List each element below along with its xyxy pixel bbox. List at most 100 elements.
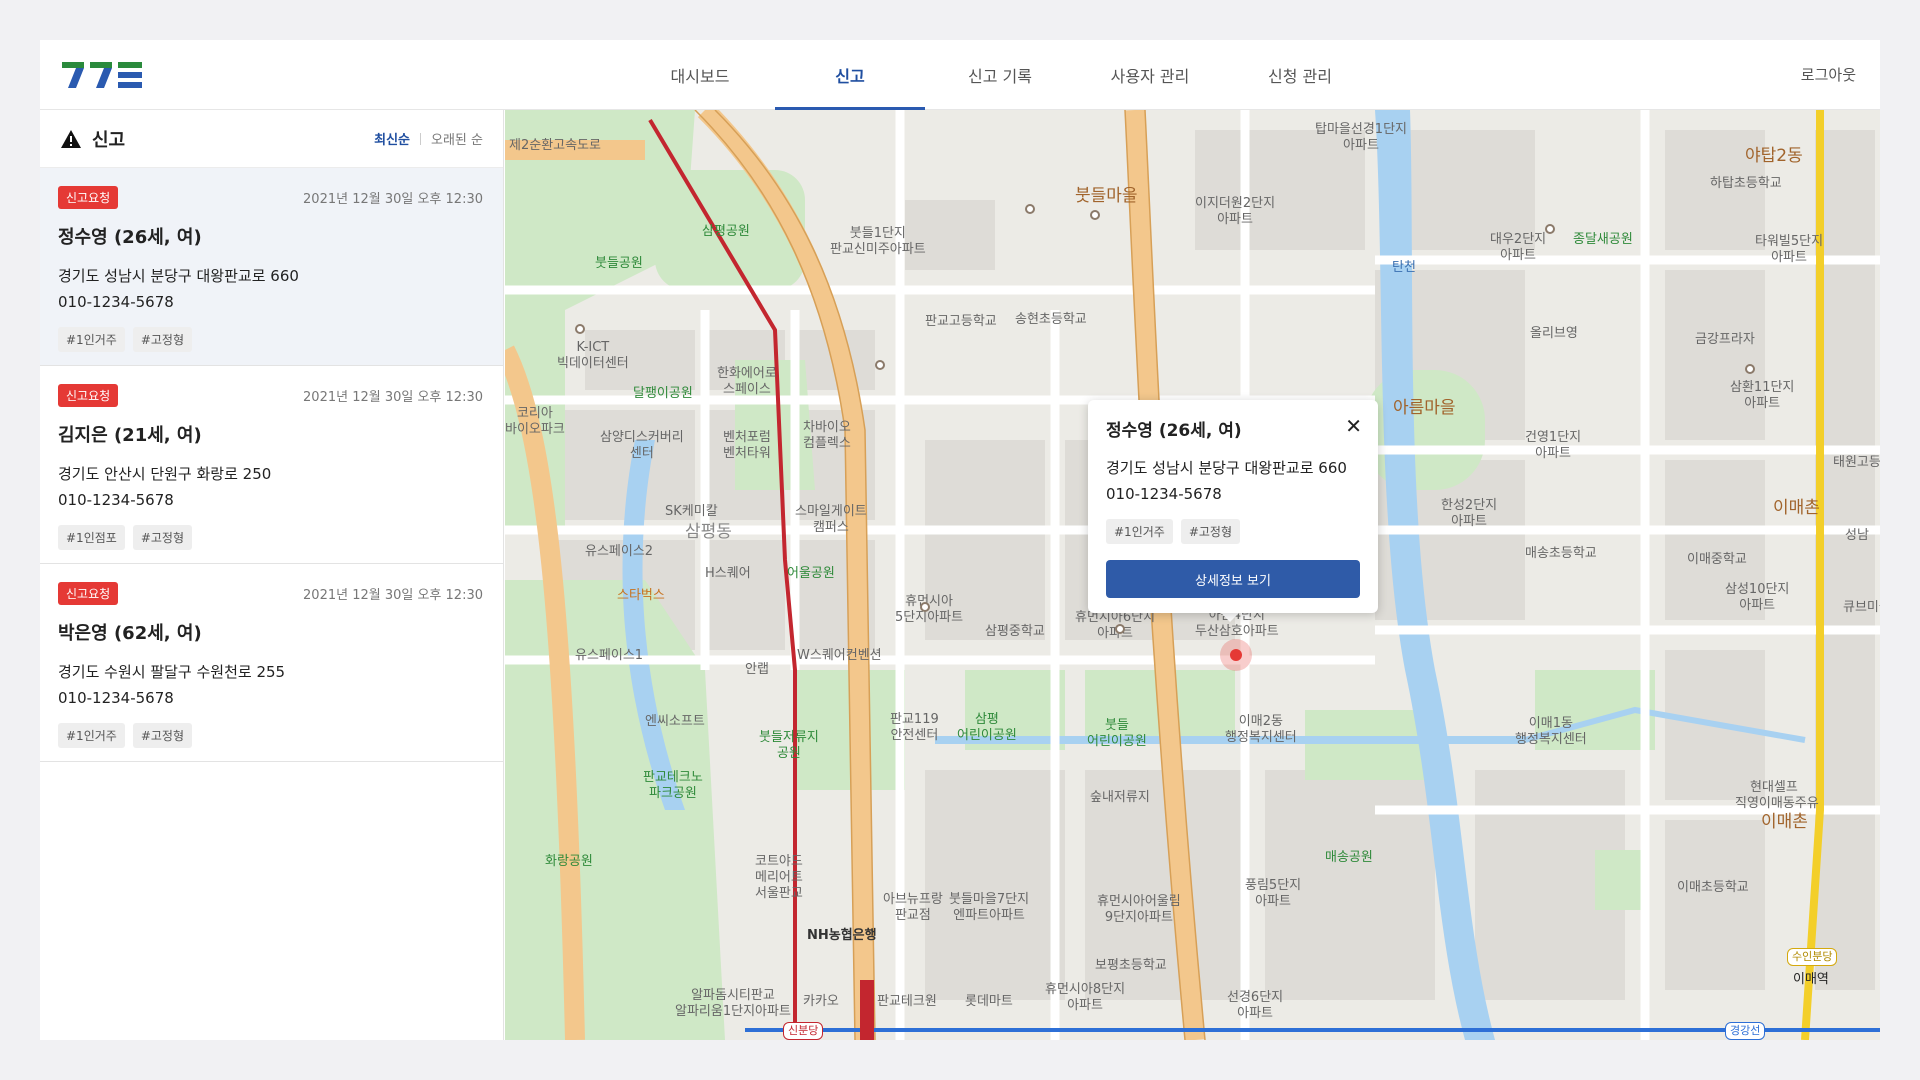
map-label: K-ICT 빅데이터센터 [557,340,629,371]
tag: #고정형 [1180,519,1240,544]
map-label: 삼평공원 [702,224,750,239]
popup-phone: 010-1234-5678 [1106,485,1222,503]
map-label: 벤처포럼 벤처타워 [723,430,771,461]
reporter-address: 경기도 성남시 분당구 대왕판교로 660 [58,267,299,285]
map-label: 차바이오 컴플렉스 [803,420,851,451]
map-label: 아브뉴프랑 판교점 [883,892,943,923]
tag: #1인점포 [58,525,125,550]
map-label: 롯데마트 [965,994,1013,1009]
view-details-button[interactable]: 상세정보 보기 [1106,560,1360,598]
map-label: H스퀘어 [705,566,751,581]
map-label: 현대셀프 [1750,780,1798,795]
map-label: 아름마을 [1393,398,1456,418]
poi-pin-icon [1745,364,1755,374]
map-label: 휴먼시아8단지 아파트 [1045,982,1126,1013]
poi-pin-icon [1090,210,1100,220]
map-label: 탑마을선경1단지 아파트 [1315,122,1407,153]
map-label: 삼평동 [685,522,732,542]
map-label: 야탑2동 [1745,146,1803,166]
map-label: 이매촌 [1761,812,1808,832]
map-view[interactable]: 제2순환고속도로 탑마을선경1단지 아파트 야탑2동 하탑초등학교 붓들마을 이… [505,110,1880,1040]
map-label: 판교고등학교 [925,314,997,329]
map-label: NH농협은행 [807,928,877,943]
map-label: 풍림5단지 아파트 [1245,878,1302,909]
map-label: 어울공원 [787,566,835,581]
poi-pin-icon [1025,204,1035,214]
close-icon[interactable]: ✕ [1345,414,1362,438]
map-label: 매송공원 [1325,850,1373,865]
report-card[interactable]: 신고요청 2021년 12월 30일 오후 12:30 박은영 (62세, 여)… [40,564,503,762]
map-label: 종달새공원 [1573,232,1633,247]
map-label: 직영이매동주유 [1735,796,1819,811]
map-label: 한화에어로 스페이스 [717,366,777,397]
map-label: 하탑초등학교 [1710,176,1782,191]
app-window: 대시보드 신고 신고 기록 사용자 관리 신청 관리 로그아웃 신고 최신순 오… [40,40,1880,1040]
map-label: 건영1단지 아파트 [1525,430,1582,461]
map-label: 탄천 [1392,260,1416,275]
map-label: 붓들마을7단지 엔파트아파트 [949,892,1030,923]
map-label: 알파돔시티판교 알파리움1단지아파트 [675,988,791,1019]
map-label: 스타벅스 [617,588,665,603]
sort-latest-button[interactable]: 최신순 [374,129,410,148]
logout-link[interactable]: 로그아웃 [1801,64,1856,85]
report-card[interactable]: 신고요청 2021년 12월 30일 오후 12:30 김지은 (21세, 여)… [40,366,503,564]
sort-divider [420,132,422,145]
map-label: 안랩 [745,662,769,677]
sidebar-title: 신고 [92,129,126,151]
logo [62,62,142,88]
map-label: 판교119 안전센터 [890,712,939,743]
report-date: 2021년 12월 30일 오후 12:30 [303,192,483,207]
map-label: 삼환11단지 아파트 [1730,380,1795,411]
map-label: 이매2동 행정복지센터 [1225,714,1297,745]
map-label: 선경6단지 아파트 [1227,990,1284,1021]
tab-report-history[interactable]: 신고 기록 [925,40,1075,110]
reporter-name: 박은영 (62세, 여) [58,623,202,644]
tag: #고정형 [132,525,192,550]
status-badge: 신고요청 [58,582,119,605]
incident-marker-icon[interactable] [1220,639,1252,671]
map-label: W스퀘어컨벤션 [797,648,882,663]
map-label: 휴먼시아어울림 9단지아파트 [1097,894,1181,925]
tab-user-management[interactable]: 사용자 관리 [1075,40,1225,110]
map-label: 붓들 어린이공원 [1087,718,1147,749]
poi-pin-icon [920,602,930,612]
map-label: 유스페이스2 [585,544,654,559]
map-label: 삼평 어린이공원 [957,712,1017,743]
poi-pin-icon [1545,224,1555,234]
reporter-phone: 010-1234-5678 [58,689,174,707]
report-info-popup: 정수영 (26세, 여) ✕ 경기도 성남시 분당구 대왕판교로 660 010… [1088,400,1378,613]
map-label: 판교테크노 파크공원 [643,770,703,801]
map-label: 이매중학교 [1687,552,1747,567]
tag: #고정형 [132,723,192,748]
map-label: 엔씨소프트 [645,714,705,729]
tab-reports[interactable]: 신고 [775,40,925,110]
map-label: 판교테크원 [877,994,937,1009]
map-label: 스마일게이트 캠퍼스 [795,504,867,535]
map-label: 매송초등학교 [1525,546,1597,561]
map-label: 이매촌 [1773,498,1820,518]
map-label: 큐브미술 [1843,600,1880,615]
popup-address: 경기도 성남시 분당구 대왕판교로 660 [1106,459,1347,477]
map-label: 이지더원2단지 아파트 [1195,196,1276,227]
sort-oldest-button[interactable]: 오래된 순 [431,129,483,148]
map-label: 붓들1단지 판교신미주아파트 [830,226,926,257]
map-label: 코리아 바이오파크 [505,406,565,437]
sidebar-header: 신고 최신순 오래된 순 [40,110,503,168]
status-badge: 신고요청 [58,384,119,407]
map-label: 송현초등학교 [1015,312,1087,327]
report-date: 2021년 12월 30일 오후 12:30 [303,390,483,405]
map-label: 화랑공원 [545,854,593,869]
tag: #고정형 [132,327,192,352]
reporter-phone: 010-1234-5678 [58,491,174,509]
reporter-address: 경기도 안산시 단원구 화랑로 250 [58,465,272,483]
main-nav: 대시보드 신고 신고 기록 사용자 관리 신청 관리 [625,40,1375,110]
report-card[interactable]: 신고요청 2021년 12월 30일 오후 12:30 정수영 (26세, 여)… [40,168,503,366]
tab-dashboard[interactable]: 대시보드 [625,40,775,110]
reporter-name: 정수영 (26세, 여) [58,227,202,248]
tab-application-management[interactable]: 신청 관리 [1225,40,1375,110]
map-label: 카카오 [803,994,839,1009]
map-label: 달팽이공원 [633,386,693,401]
map-label: 금강프라자 [1695,332,1755,347]
map-label: 태원고등 [1833,455,1880,470]
map-label: 이매1동 행정복지센터 [1515,716,1587,747]
